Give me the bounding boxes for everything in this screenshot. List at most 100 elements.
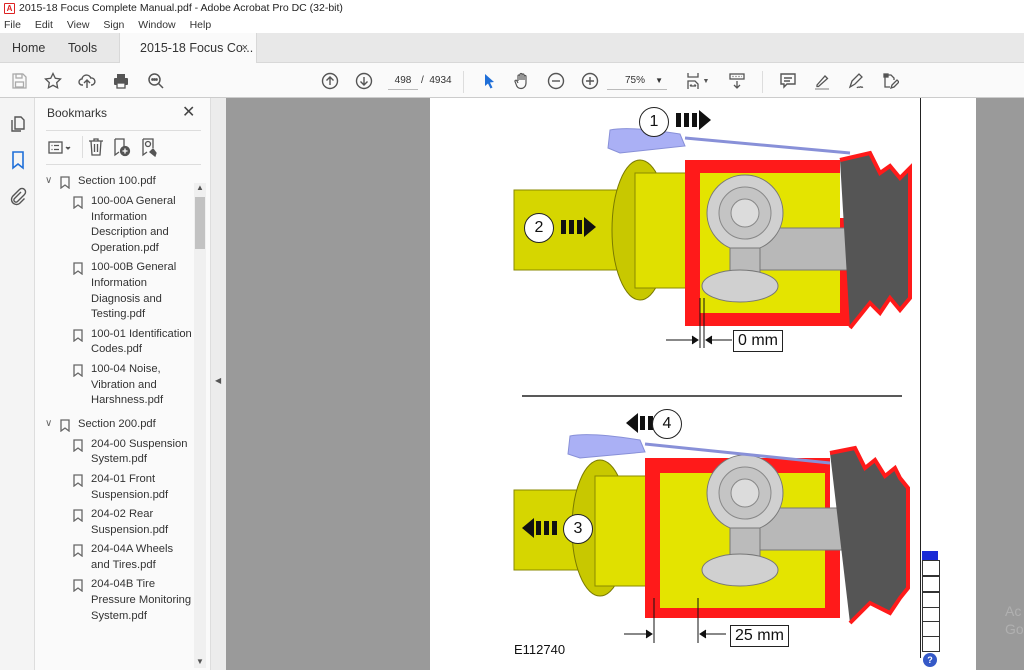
menu-window[interactable]: Window <box>138 17 175 33</box>
tab-home[interactable]: Home <box>12 33 45 63</box>
bookmark-section[interactable]: ∨ Section 200.pdf <box>35 413 195 435</box>
bookmarks-icon[interactable] <box>8 150 28 170</box>
boot-top <box>839 150 912 330</box>
bookmark-item[interactable]: 204-00 Suspension System.pdf <box>35 437 195 468</box>
page-count: / 4934 <box>421 72 452 90</box>
callout-1: 1 <box>639 107 669 137</box>
bookmark-icon <box>73 329 83 348</box>
fit-page-icon[interactable] <box>684 71 704 91</box>
bookmarks-panel: Bookmarks ✕ ∨ Section 100.pdf 100-00A Ge… <box>35 98 210 670</box>
attachments-icon[interactable] <box>8 186 28 206</box>
bookmark-label: 100-00A General Information Description … <box>91 195 176 254</box>
toolbar: 498 / 4934 75% ▼ ▼ <box>0 63 1024 98</box>
comment-icon[interactable] <box>778 71 798 91</box>
bookmark-label: 100-01 Identification Codes.pdf <box>91 327 192 356</box>
options-icon[interactable] <box>48 139 74 157</box>
bookmark-item[interactable]: 204-02 Rear Suspension.pdf <box>35 507 195 538</box>
navigation-rail <box>0 98 35 670</box>
help-icon[interactable]: ? <box>923 653 937 667</box>
bookmark-label: 204-04A Wheels and Tires.pdf <box>91 543 174 571</box>
page-number-input[interactable]: 498 <box>388 72 418 90</box>
select-cursor-icon[interactable] <box>479 71 499 91</box>
fill-sign-icon[interactable] <box>880 71 900 91</box>
print-icon[interactable] <box>111 71 131 91</box>
bookmark-icon <box>73 509 83 528</box>
close-tab-icon[interactable]: × <box>242 33 248 63</box>
bookmark-section[interactable]: ∨ Section 100.pdf <box>35 170 195 192</box>
bookmark-search-icon[interactable] <box>140 137 160 158</box>
bookmark-label: 100-00B General Information Diagnosis an… <box>91 261 177 321</box>
bookmarks-toolbar <box>46 136 201 160</box>
chevron-down-icon[interactable]: ∨ <box>45 170 52 192</box>
bookmarks-title: Bookmarks <box>47 106 108 120</box>
hand-tool-icon[interactable] <box>512 71 532 91</box>
nav-box[interactable] <box>922 592 940 608</box>
find-icon[interactable] <box>146 71 166 91</box>
nav-box[interactable] <box>922 560 940 576</box>
bookmark-icon <box>73 262 83 281</box>
arrow-down-circle-icon[interactable] <box>354 71 374 91</box>
menu-file[interactable]: File <box>4 17 21 33</box>
upload-cloud-icon[interactable] <box>77 71 97 91</box>
document-view[interactable]: 1 2 3 4 0 mm 25 mm E112740 ? <box>226 98 1024 670</box>
collapse-panel-icon[interactable]: ◀ <box>215 376 221 385</box>
bookmark-item[interactable]: 100-01 Identification Codes.pdf <box>35 327 195 358</box>
menu-edit[interactable]: Edit <box>35 17 53 33</box>
delete-icon[interactable] <box>87 137 105 157</box>
sign-icon[interactable] <box>846 71 866 91</box>
menu-view[interactable]: View <box>67 17 90 33</box>
bookmark-item[interactable]: 100-00A General Information Description … <box>35 194 195 256</box>
scroll-up-icon[interactable]: ▲ <box>196 183 204 192</box>
tab-document[interactable]: 2015-18 Focus Co... × <box>119 33 257 64</box>
menu-sign[interactable]: Sign <box>103 17 124 33</box>
dimension-label-bottom: 25 mm <box>730 625 789 647</box>
bookmark-item[interactable]: 100-04 Noise, Vibration and Harshness.pd… <box>35 362 195 409</box>
tab-document-label: 2015-18 Focus Co... <box>140 41 254 55</box>
page-margin-line <box>920 98 921 658</box>
bookmarks-toolbar-divider <box>82 136 83 158</box>
bookmark-icon <box>73 544 83 563</box>
bookmark-label: 204-04B Tire Pressure Monitoring System.… <box>91 578 192 622</box>
callout-4: 4 <box>652 409 682 439</box>
nav-box[interactable] <box>922 636 940 652</box>
close-panel-icon[interactable]: ✕ <box>182 102 195 122</box>
zoom-in-icon[interactable] <box>580 71 600 91</box>
arrow-up-circle-icon[interactable] <box>320 71 340 91</box>
nav-box[interactable] <box>922 621 940 637</box>
bookmark-icon <box>73 579 83 598</box>
zoom-level-dropdown[interactable]: 75% ▼ <box>607 72 667 90</box>
scroll-down-icon[interactable]: ▼ <box>196 657 204 666</box>
new-bookmark-icon[interactable] <box>112 137 132 157</box>
bookmark-item[interactable]: 204-04B Tire Pressure Monitoring System.… <box>35 577 195 624</box>
bookmark-label: 204-00 Suspension System.pdf <box>91 437 188 466</box>
panel-splitter[interactable]: ◀ <box>210 98 226 670</box>
acrobat-icon: A <box>4 3 15 14</box>
bookmark-label: Section 200.pdf <box>78 417 156 430</box>
panel-divider <box>46 164 201 165</box>
bookmark-item[interactable]: 204-01 Front Suspension.pdf <box>35 472 195 503</box>
tab-bar: Home Tools 2015-18 Focus Co... × <box>0 33 1024 64</box>
bookmarks-scrollbar[interactable]: ▲ ▼ <box>194 183 206 668</box>
highlight-icon[interactable] <box>812 71 832 91</box>
scroll-mode-icon[interactable] <box>727 71 747 91</box>
figure-id: E112740 <box>514 642 566 657</box>
video-camera-icon[interactable] <box>922 551 938 560</box>
bookmark-star-icon[interactable] <box>43 71 63 91</box>
bookmark-item[interactable]: 204-04A Wheels and Tires.pdf <box>35 542 195 573</box>
nav-box[interactable] <box>922 576 940 592</box>
scrollbar-thumb[interactable] <box>195 197 205 249</box>
fit-page-dropdown-icon[interactable]: ▼ <box>702 71 710 91</box>
pages-icon[interactable] <box>8 114 28 134</box>
menu-help[interactable]: Help <box>190 17 212 33</box>
save-icon[interactable] <box>9 71 29 91</box>
zoom-out-icon[interactable] <box>546 71 566 91</box>
technical-illustration <box>513 110 912 643</box>
bookmark-label: 204-01 Front Suspension.pdf <box>91 472 169 501</box>
activation-watermark: Ac Go <box>1005 603 1024 637</box>
chevron-down-icon[interactable]: ∨ <box>45 413 52 435</box>
toolbar-divider <box>762 71 763 93</box>
bookmark-item[interactable]: 100-00B General Information Diagnosis an… <box>35 260 195 322</box>
bookmark-icon <box>73 439 83 458</box>
dimension-label-top: 0 mm <box>733 330 783 352</box>
tab-tools[interactable]: Tools <box>68 33 97 63</box>
